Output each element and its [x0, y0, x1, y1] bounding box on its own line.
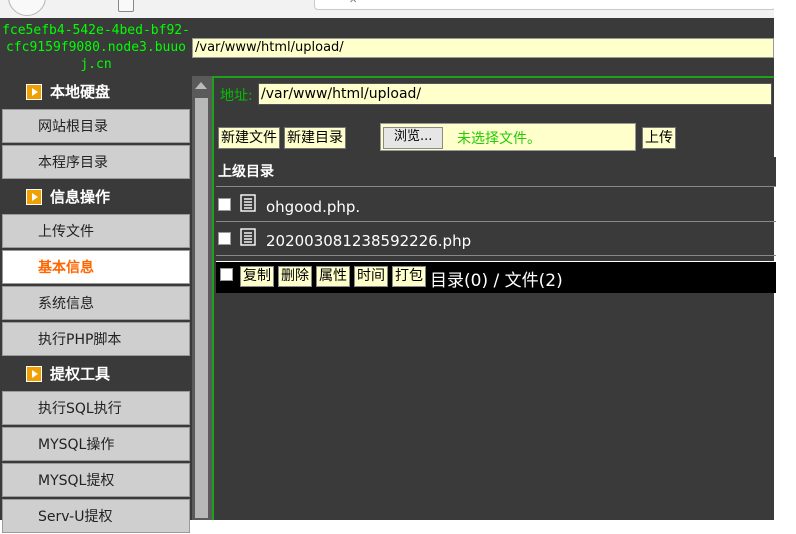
attributes-button[interactable]: 属性: [316, 266, 350, 287]
file-row: 202003081238592226.php: [216, 224, 776, 256]
sidebar-item-upload-file[interactable]: 上传文件: [2, 214, 190, 248]
new-file-button[interactable]: 新建文件: [218, 127, 280, 149]
file-name-link[interactable]: ohgood.php.: [266, 198, 360, 216]
new-dir-button[interactable]: 新建目录: [284, 127, 346, 149]
close-icon[interactable]: ✕: [349, 0, 357, 6]
window-edge: [774, 0, 796, 520]
sidebar-item-system-info[interactable]: 系统信息: [2, 286, 190, 320]
document-icon: [240, 228, 256, 246]
sidebar-item-servu-privesc[interactable]: Serv-U提权: [2, 499, 190, 533]
document-icon: [240, 194, 256, 212]
arrow-right-icon: [26, 84, 42, 100]
file-row: ohgood.php.: [216, 190, 776, 222]
sidebar-item-mysql-ops[interactable]: MYSQL操作: [2, 427, 190, 461]
scroll-up-icon[interactable]: [195, 82, 207, 89]
file-manager-panel: 地址: /var/www/html/upload/ 新建文件 新建目录 浏览..…: [212, 76, 776, 520]
arrow-right-icon: [26, 366, 42, 382]
arrow-right-icon: [26, 189, 42, 205]
back-button[interactable]: [8, 0, 46, 16]
sidebar: 本地硬盘 网站根目录 本程序目录 信息操作 上传文件 基本信息 系统信息 执行P…: [0, 76, 192, 533]
sidebar-section-title: 信息操作: [50, 188, 111, 206]
file-name-link[interactable]: 202003081238592226.php: [266, 232, 471, 250]
dir-file-count: 目录(0) / 文件(2): [430, 271, 563, 291]
file-checkbox[interactable]: [218, 232, 231, 245]
address-label: 地址:: [218, 84, 255, 106]
scrollbar-thumb[interactable]: [195, 98, 208, 518]
select-all-checkbox[interactable]: [220, 268, 233, 281]
sidebar-item-web-root[interactable]: 网站根目录: [2, 109, 190, 143]
browser-toolbar: ✕: [0, 0, 796, 19]
parent-dir-link[interactable]: 上级目录: [216, 157, 776, 187]
sidebar-item-program-dir[interactable]: 本程序目录: [2, 145, 190, 179]
browse-button[interactable]: 浏览...: [383, 127, 444, 149]
file-picker: 浏览... 未选择文件。: [380, 123, 636, 151]
sidebar-section-title: 提权工具: [50, 365, 111, 383]
sidebar-item-basic-info[interactable]: 基本信息: [2, 250, 190, 284]
sidebar-item-run-sql[interactable]: 执行SQL执行: [2, 391, 190, 425]
address-input[interactable]: /var/www/html/upload/: [258, 83, 772, 105]
file-checkbox[interactable]: [218, 198, 231, 211]
copy-button[interactable]: 复制: [240, 266, 274, 287]
time-button[interactable]: 时间: [354, 266, 388, 287]
sidebar-section-info-ops: 信息操作: [0, 181, 192, 214]
sidebar-section-privesc: 提权工具: [0, 358, 192, 391]
sidebar-item-run-php[interactable]: 执行PHP脚本: [2, 322, 190, 356]
sidebar-section-local-disk: 本地硬盘: [0, 76, 192, 109]
page-icon: [118, 0, 134, 12]
delete-button[interactable]: 删除: [278, 266, 312, 287]
address-bar[interactable]: ✕: [314, 0, 776, 10]
sidebar-item-mysql-privesc[interactable]: MYSQL提权: [2, 463, 190, 497]
pack-button[interactable]: 打包: [392, 266, 426, 287]
top-path-input[interactable]: /var/www/html/upload/: [192, 38, 774, 58]
host-name: fce5efb4-542e-4bed-bf92-cfc9159f9080.nod…: [0, 18, 192, 76]
upload-button[interactable]: 上传: [642, 127, 676, 149]
sidebar-scrollbar[interactable]: [192, 76, 212, 520]
sidebar-section-title: 本地硬盘: [50, 83, 111, 101]
no-file-selected-text: 未选择文件。: [457, 131, 541, 147]
action-bar: 复制 删除 属性 时间 打包 目录(0) / 文件(2): [216, 261, 776, 293]
